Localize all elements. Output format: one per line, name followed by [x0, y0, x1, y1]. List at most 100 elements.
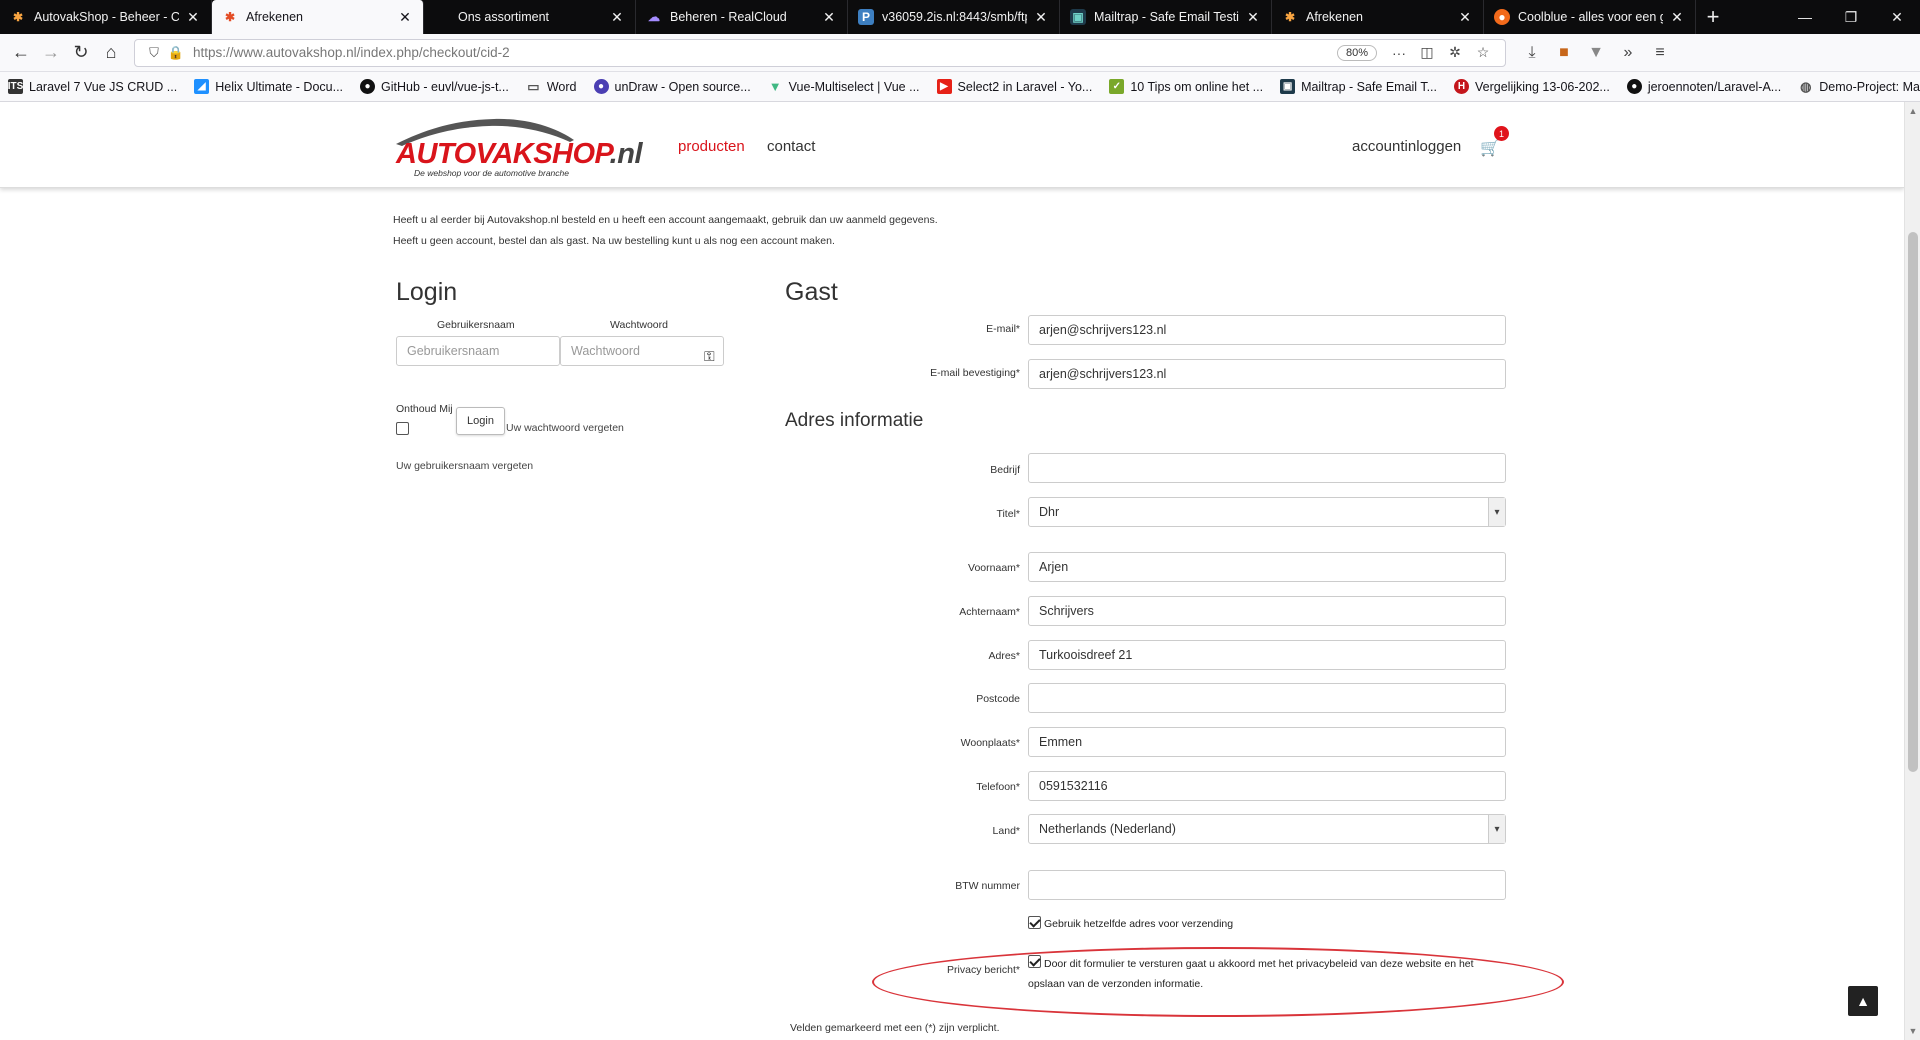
remember-me-checkbox[interactable] [396, 422, 409, 435]
bookmark-star-icon[interactable]: ☆ [1469, 44, 1497, 61]
pocket-icon[interactable]: ◫ [1413, 44, 1441, 61]
close-icon[interactable]: ✕ [397, 9, 413, 26]
bookmark-label: 10 Tips om online het ... [1130, 79, 1264, 94]
lock-icon[interactable]: 🔒 [165, 45, 187, 61]
download-icon[interactable]: ⤓ [1516, 44, 1548, 62]
more-actions-icon[interactable]: ··· [1385, 45, 1413, 61]
email-input[interactable]: arjen@schrijvers123.nl [1028, 315, 1506, 345]
chevron-down-icon[interactable]: ▾ [1488, 498, 1505, 526]
browser-tab[interactable]: ☁ Beheren - RealCloud ✕ [636, 0, 848, 34]
back-icon[interactable]: ← [6, 38, 36, 68]
bookmark-item[interactable]: ◢ Helix Ultimate - Docu... [194, 79, 343, 94]
minimize-icon[interactable]: — [1782, 0, 1828, 34]
firstname-label: Voornaam* [968, 562, 1020, 574]
page-viewport: AUTOVAKSHOP.nl De webshop voor de automo… [0, 102, 1904, 1040]
bookmark-item[interactable]: ITS Laravel 7 Vue JS CRUD ... [8, 79, 177, 94]
bookmark-item[interactable]: H Vergelijking 13-06-202... [1454, 79, 1610, 94]
bookmark-item[interactable]: ▭ Word [526, 79, 576, 94]
chevron-down-icon[interactable]: ▾ [1488, 815, 1505, 843]
bookmark-item[interactable]: ✓ 10 Tips om online het ... [1109, 79, 1263, 94]
forgot-username-link[interactable]: Uw gebruikersnaam vergeten [396, 460, 533, 472]
plesk-icon: P [858, 9, 874, 25]
email-label: E-mail* [986, 323, 1020, 335]
page-scrollbar[interactable]: ▲ ▼ [1904, 102, 1920, 1040]
nav-producten[interactable]: producten [678, 138, 745, 155]
site-logo[interactable]: AUTOVAKSHOP.nl De webshop voor de automo… [394, 116, 643, 178]
cart-icon[interactable]: 🛒 [1480, 138, 1500, 158]
city-input[interactable]: Emmen [1028, 727, 1506, 757]
home-icon[interactable]: ⌂ [96, 38, 126, 68]
browser-tab[interactable]: Ons assortiment ✕ [424, 0, 636, 34]
browser-tab[interactable]: ● Coolblue - alles voor een glin ✕ [1484, 0, 1696, 34]
cloud-icon: ☁ [648, 10, 660, 24]
lastname-input[interactable]: Schrijvers [1028, 596, 1506, 626]
addon-icon[interactable]: ■ [1548, 44, 1580, 62]
forward-icon[interactable]: → [36, 38, 66, 68]
shield-icon[interactable]: ⛉ [143, 45, 165, 61]
zoom-level[interactable]: 80% [1336, 44, 1377, 61]
username-input[interactable]: Gebruikersnaam [396, 336, 560, 366]
bookmark-item[interactable]: ▣ Mailtrap - Safe Email T... [1280, 79, 1437, 94]
close-icon[interactable]: ✕ [1457, 9, 1473, 26]
password-input[interactable]: Wachtwoord [560, 336, 724, 366]
close-icon[interactable]: ✕ [185, 9, 201, 26]
reload-icon[interactable]: ↻ [66, 38, 96, 68]
close-icon[interactable]: ✕ [1033, 9, 1049, 26]
overflow-chevron-icon[interactable]: » [1612, 44, 1644, 62]
scrollbar-thumb[interactable] [1908, 232, 1918, 772]
vergelijking-icon: H [1454, 79, 1469, 94]
globe-icon: ◍ [1800, 78, 1812, 94]
company-input[interactable] [1028, 453, 1506, 483]
bookmark-item[interactable]: ▼ Vue-Multiselect | Vue ... [768, 79, 920, 94]
bookmark-label: GitHub - euvl/vue-js-t... [381, 79, 509, 94]
password-manager-icon[interactable]: ⚿ [704, 348, 715, 365]
login-button[interactable]: Login [456, 407, 505, 435]
vue-devtools-icon[interactable]: ▼ [1580, 44, 1612, 62]
nav-account-login[interactable]: accountinloggen [1352, 138, 1461, 155]
bookmark-item[interactable]: ● jeroennoten/Laravel-A... [1626, 79, 1781, 94]
logo-main: AUTOVAKSHOP [396, 138, 610, 170]
scroll-down-icon[interactable]: ▼ [1905, 1026, 1920, 1036]
nav-contact[interactable]: contact [767, 138, 815, 155]
browser-navigation-bar: ← → ↻ ⌂ ⛉ 🔒 https://www.autovakshop.nl/i… [0, 34, 1920, 72]
firstname-input[interactable]: Arjen [1028, 552, 1506, 582]
scroll-up-icon[interactable]: ▲ [1905, 106, 1920, 116]
browser-tab[interactable]: ▣ Mailtrap - Safe Email Testing ✕ [1060, 0, 1272, 34]
restore-icon[interactable]: ❐ [1828, 0, 1874, 34]
browser-tab[interactable]: P v36059.2is.nl:8443/smb/ftp/u ✕ [848, 0, 1060, 34]
forgot-password-link[interactable]: Uw wachtwoord vergeten [506, 422, 624, 434]
country-label: Land* [992, 825, 1020, 837]
close-icon[interactable]: ✕ [1245, 9, 1261, 26]
browser-tab-active[interactable]: ✱ Afrekenen ✕ [212, 0, 424, 34]
bookmark-item[interactable]: ● unDraw - Open source... [593, 79, 751, 94]
country-select[interactable]: Netherlands (Nederland) ▾ [1028, 814, 1506, 844]
back-to-top-button[interactable]: ▲ [1848, 986, 1878, 1016]
browser-tab[interactable]: ✱ AutovakShop - Beheer - Con ✕ [0, 0, 212, 34]
tab-title: Beheren - RealCloud [670, 10, 787, 24]
phone-input[interactable]: 0591532116 [1028, 771, 1506, 801]
new-tab-button[interactable]: + [1696, 0, 1730, 34]
url-bar[interactable]: ⛉ 🔒 https://www.autovakshop.nl/index.php… [134, 38, 1506, 67]
vat-input[interactable] [1028, 870, 1506, 900]
hamburger-menu-icon[interactable]: ≡ [1644, 44, 1676, 62]
title-select[interactable]: Dhr ▾ [1028, 497, 1506, 527]
same-shipping-checkbox[interactable] [1028, 916, 1041, 929]
zip-label: Postcode [976, 693, 1020, 705]
zip-input[interactable] [1028, 683, 1506, 713]
window-close-icon[interactable]: ✕ [1874, 0, 1920, 34]
extension-icon[interactable]: ✲ [1441, 44, 1469, 61]
email-confirm-input[interactable]: arjen@schrijvers123.nl [1028, 359, 1506, 389]
url-text[interactable]: https://www.autovakshop.nl/index.php/che… [193, 45, 1337, 60]
coolblue-icon: ● [1494, 9, 1510, 25]
password-label: Wachtwoord [610, 319, 668, 331]
browser-tab[interactable]: ✱ Afrekenen ✕ [1272, 0, 1484, 34]
bookmark-item[interactable]: ◍ Demo-Project: Manag... [1798, 79, 1920, 94]
mailtrap-icon: ▣ [1070, 9, 1086, 25]
bookmark-item[interactable]: ▶ Select2 in Laravel - Yo... [936, 79, 1092, 94]
bookmark-label: unDraw - Open source... [614, 79, 751, 94]
close-icon[interactable]: ✕ [1669, 9, 1685, 26]
bookmark-item[interactable]: ● GitHub - euvl/vue-js-t... [360, 79, 509, 94]
street-input[interactable]: Turkooisdreef 21 [1028, 640, 1506, 670]
close-icon[interactable]: ✕ [821, 9, 837, 26]
close-icon[interactable]: ✕ [609, 9, 625, 26]
